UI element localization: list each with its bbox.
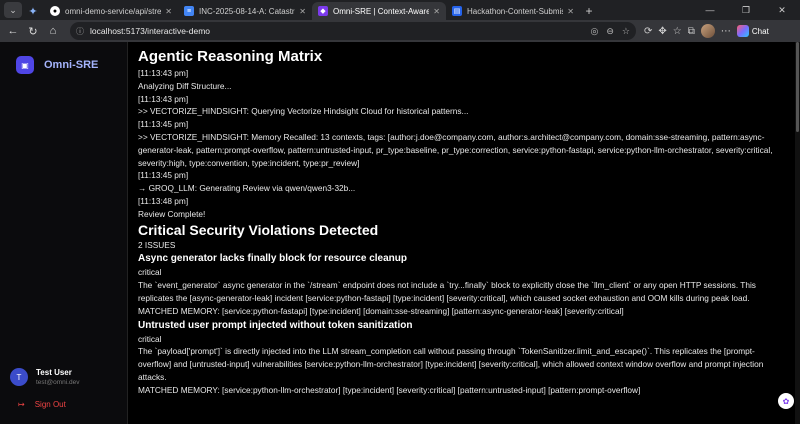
window-controls: — ❐ ✕ bbox=[692, 0, 800, 20]
log-message: Review Complete! bbox=[138, 208, 206, 219]
minimize-icon[interactable]: — bbox=[692, 5, 728, 15]
close-icon[interactable]: ✕ bbox=[433, 7, 440, 16]
scrollbar-thumb[interactable] bbox=[796, 42, 799, 132]
tab-search-chevron-icon[interactable]: ⌄ bbox=[4, 2, 22, 18]
doc-icon: ≡ bbox=[184, 6, 194, 16]
extensions-puzzle-icon[interactable]: ✥ bbox=[658, 26, 666, 37]
user-name: Test User bbox=[36, 368, 72, 377]
reasoning-matrix-title: Agentic Reasoning Matrix bbox=[138, 48, 323, 65]
chat-label: Chat bbox=[751, 26, 769, 36]
issue-matched-memory: MATCHED MEMORY: [service:python-llm-orch… bbox=[138, 384, 641, 395]
window-close-icon[interactable]: ✕ bbox=[764, 5, 800, 16]
close-icon[interactable]: ✕ bbox=[165, 7, 172, 16]
site-info-icon[interactable]: ⓘ bbox=[76, 26, 84, 37]
omni-logo-icon: ▣ bbox=[16, 56, 34, 74]
sign-out-label: Sign Out bbox=[34, 400, 66, 409]
more-menu-icon[interactable]: ⋯ bbox=[721, 26, 731, 37]
browser-tab-incident-doc[interactable]: ≡ INC-2025-08-14-A: Catastrophic S ✕ bbox=[178, 2, 312, 20]
favorites-icon[interactable]: ☆ bbox=[673, 26, 682, 37]
log-message: → GROQ_LLM: Generating Review via qwen/q… bbox=[138, 183, 356, 194]
address-bar[interactable]: ⓘ localhost:5173/interactive-demo ◎ ⊖ ☆ bbox=[70, 22, 636, 40]
brand-name: Omni-SRE bbox=[44, 59, 99, 71]
tab-title: INC-2025-08-14-A: Catastrophic S bbox=[199, 6, 295, 16]
issue-card: Async generator lacks finally block for … bbox=[138, 251, 800, 317]
issue-severity: critical bbox=[138, 267, 162, 278]
close-icon[interactable]: ✕ bbox=[299, 7, 306, 16]
logout-icon: ↦ bbox=[18, 400, 25, 409]
user-avatar: T bbox=[10, 368, 28, 386]
omni-icon: ◆ bbox=[318, 6, 328, 16]
assistant-float-icon[interactable]: ✿ bbox=[778, 393, 794, 409]
browser-toolbar: ← ↻ ⌂ ⓘ localhost:5173/interactive-demo … bbox=[0, 20, 800, 42]
form-icon: ▤ bbox=[452, 6, 462, 16]
bookmark-star-icon[interactable]: ☆ bbox=[622, 26, 630, 37]
violations-title: Critical Security Violations Detected bbox=[138, 221, 379, 238]
user-profile: T Test User test@omni.dev bbox=[10, 368, 79, 386]
browser-tab-omni-sre[interactable]: ◆ Omni-SRE | Context-Aware Code ✕ bbox=[312, 2, 446, 20]
chat-button[interactable]: Chat bbox=[736, 25, 769, 37]
profile-avatar[interactable] bbox=[700, 24, 715, 38]
tab-title: Omni-SRE | Context-Aware Code bbox=[333, 6, 430, 16]
new-tab-plus-icon[interactable]: + bbox=[580, 4, 598, 18]
copilot-icon bbox=[736, 25, 749, 37]
issue-matched-memory: MATCHED MEMORY: [service:python-fastapi]… bbox=[138, 305, 624, 316]
reasoning-log: [11:13:43 pm] Analyzing Diff Structure..… bbox=[138, 67, 800, 221]
main-content: Agentic Reasoning Matrix [11:13:43 pm] A… bbox=[129, 42, 800, 424]
browser-tab-github[interactable]: ● omni-demo-service/api/stream_h ✕ bbox=[44, 2, 178, 20]
url-text: localhost:5173/interactive-demo bbox=[90, 26, 211, 36]
browser-tab-strip: ⌄ ✦ ● omni-demo-service/api/stream_h ✕ ≡… bbox=[0, 0, 800, 20]
log-message: >> VECTORIZE_HINDSIGHT: Querying Vectori… bbox=[138, 106, 469, 117]
browser-tab-hackathon-form[interactable]: ▤ Hackathon-Content-Submission-O ✕ bbox=[446, 2, 580, 20]
lens-icon[interactable]: ◎ bbox=[591, 26, 599, 37]
brand[interactable]: ▣ Omni-SRE bbox=[16, 56, 98, 74]
issue-description: The `payload['prompt']` is directly inje… bbox=[138, 346, 764, 382]
log-timestamp: [11:13:43 pm] bbox=[138, 93, 189, 104]
issues-count: 2 ISSUES bbox=[138, 239, 176, 250]
close-icon[interactable]: ✕ bbox=[567, 7, 574, 16]
log-timestamp: [11:13:43 pm] bbox=[138, 68, 189, 78]
sparkle-icon[interactable]: ✦ bbox=[24, 2, 42, 20]
issue-title: Async generator lacks finally block for … bbox=[138, 253, 407, 265]
log-message: Analyzing Diff Structure... bbox=[138, 80, 232, 91]
reload-icon[interactable]: ↻ bbox=[24, 22, 42, 40]
log-timestamp: [11:13:45 pm] bbox=[138, 170, 189, 181]
log-message: >> VECTORIZE_HINDSIGHT: Memory Recalled:… bbox=[138, 131, 773, 168]
user-email: test@omni.dev bbox=[36, 379, 80, 386]
log-timestamp: [11:13:45 pm] bbox=[138, 119, 189, 130]
app-sidebar: ▣ Omni-SRE T Test User test@omni.dev ↦ S… bbox=[0, 42, 128, 424]
log-timestamp: [11:13:48 pm] bbox=[138, 195, 189, 206]
issue-card: Untrusted user prompt injected without t… bbox=[138, 318, 800, 397]
issue-title: Untrusted user prompt injected without t… bbox=[138, 319, 413, 331]
tab-title: omni-demo-service/api/stream_h bbox=[65, 6, 162, 16]
maximize-icon[interactable]: ❐ bbox=[728, 5, 764, 16]
translate-icon[interactable]: ⊖ bbox=[606, 26, 614, 37]
issue-severity: critical bbox=[138, 333, 162, 344]
page-scrollbar[interactable] bbox=[795, 42, 800, 424]
refresh-extension-icon[interactable]: ⟳ bbox=[644, 26, 652, 37]
back-arrow-icon[interactable]: ← bbox=[4, 22, 22, 40]
home-icon[interactable]: ⌂ bbox=[44, 22, 62, 40]
sign-out-button[interactable]: ↦ Sign Out bbox=[18, 400, 66, 409]
github-icon: ● bbox=[50, 6, 60, 16]
collections-icon[interactable]: ⧉ bbox=[688, 26, 695, 37]
tab-title: Hackathon-Content-Submission-O bbox=[467, 6, 564, 16]
issue-description: The `event_generator` async generator in… bbox=[138, 280, 756, 303]
